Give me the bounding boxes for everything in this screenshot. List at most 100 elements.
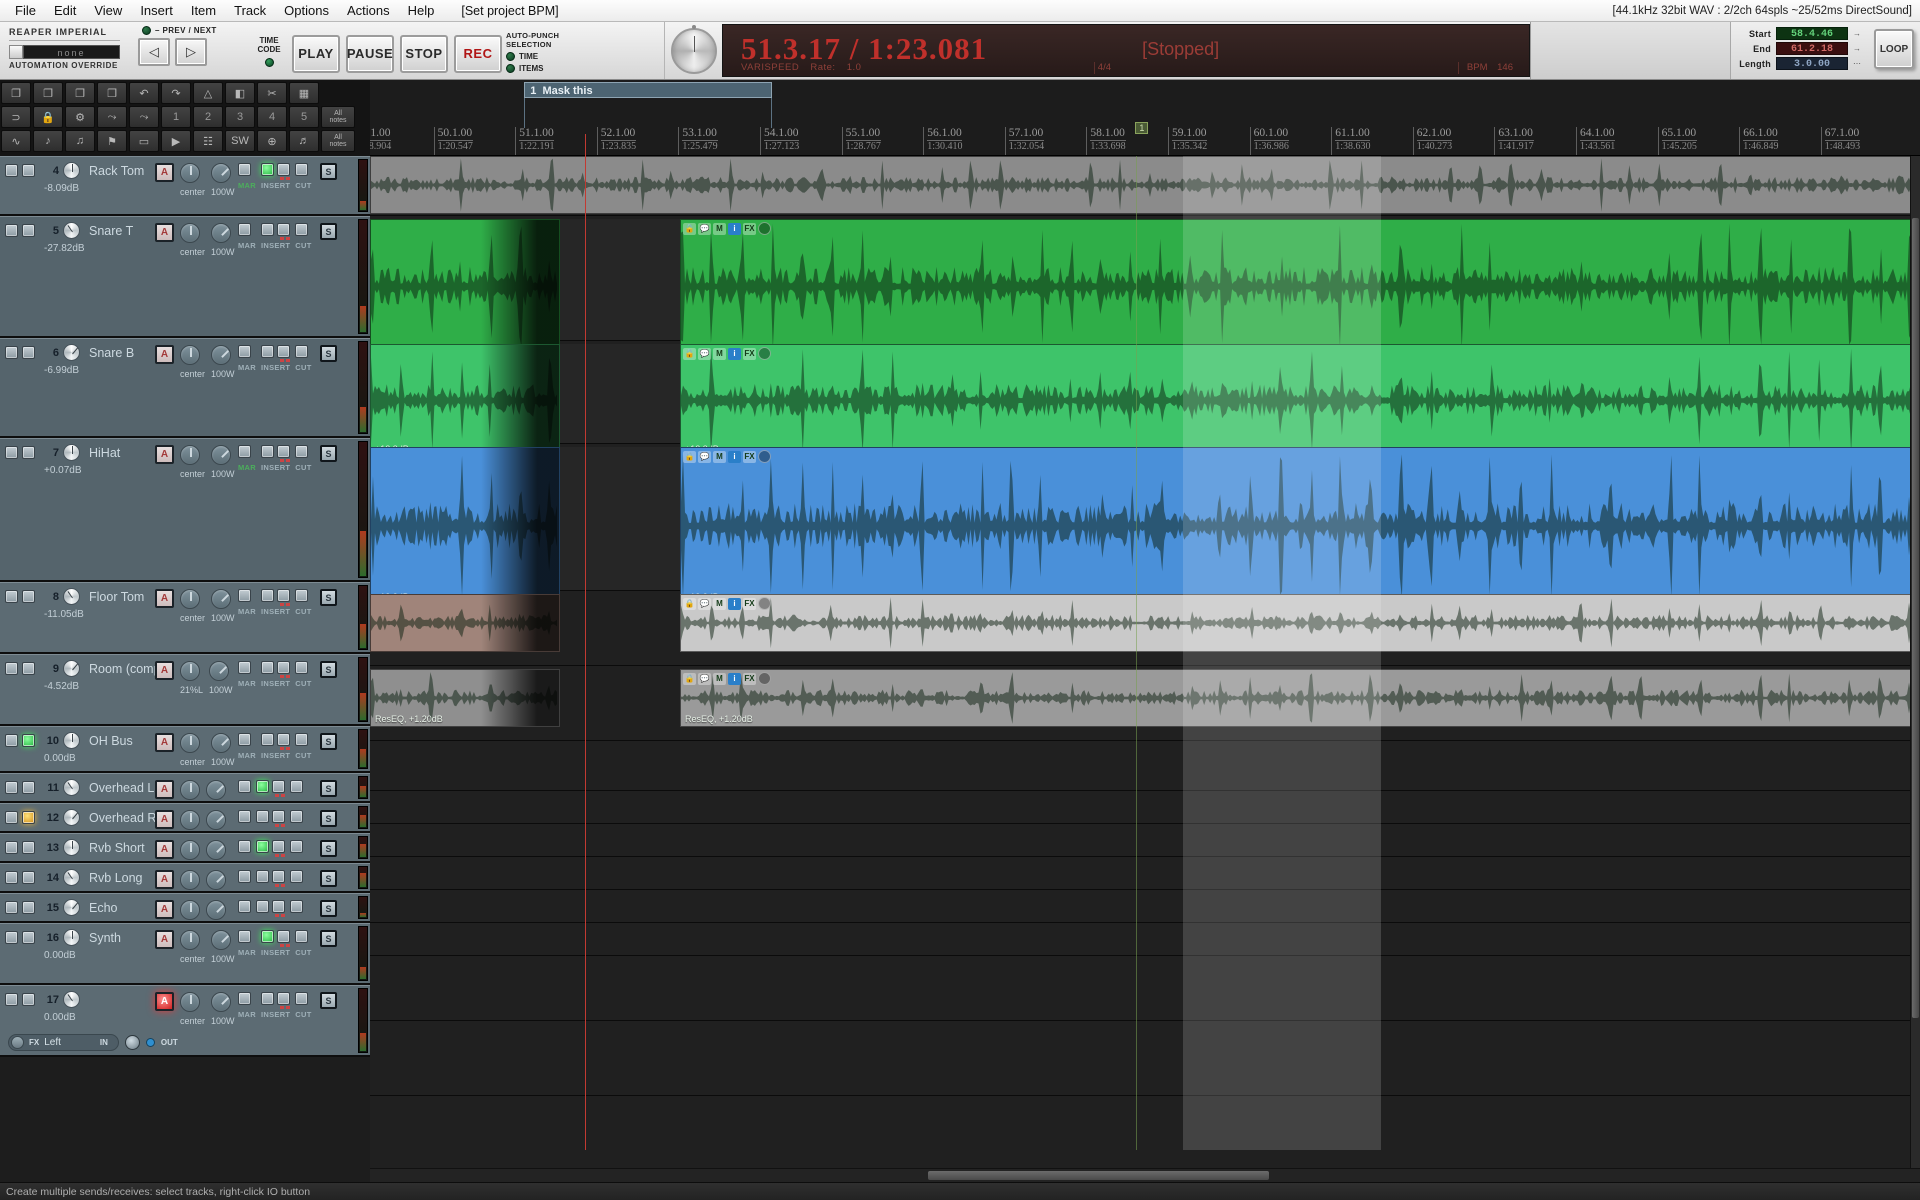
- track-volume-knob-17[interactable]: [63, 991, 80, 1008]
- ruler-tick[interactable]: 57.1.001:32.054: [1005, 127, 1044, 155]
- track-fx-led-15[interactable]: [22, 901, 35, 914]
- track-solo-button-8[interactable]: S: [320, 589, 337, 606]
- item-notes-icon[interactable]: 💬: [698, 451, 711, 463]
- track-insert-b-4[interactable]: [277, 163, 290, 176]
- track-arm-button-8[interactable]: A: [155, 589, 174, 608]
- record-button[interactable]: REC: [454, 35, 502, 73]
- track-solo-button-12[interactable]: S: [320, 810, 337, 827]
- selection-end-row[interactable]: End 61.2.18 →: [1735, 42, 1868, 55]
- track-insert-a-8[interactable]: [261, 589, 274, 602]
- item-mute-icon[interactable]: M: [713, 673, 726, 685]
- automation-override-control[interactable]: none: [9, 45, 120, 59]
- play-button[interactable]: PLAY: [292, 35, 340, 73]
- track-insert-a-11[interactable]: [256, 780, 269, 793]
- ruler-tick[interactable]: 63.1.001:41.917: [1494, 127, 1533, 155]
- lane-15[interactable]: [370, 926, 1920, 956]
- track-insert-b-9[interactable]: [277, 661, 290, 674]
- track-arm-button-17[interactable]: A: [155, 992, 174, 1011]
- track-arm-button-4[interactable]: A: [155, 163, 174, 182]
- track-fx-led-9[interactable]: [22, 662, 35, 675]
- track-mar-button-4[interactable]: [238, 163, 251, 176]
- automation-override-value[interactable]: none: [23, 45, 120, 59]
- track-volume-knob-4[interactable]: [63, 162, 80, 179]
- ruler-tick[interactable]: 53.1.001:25.479: [678, 127, 717, 155]
- track-pan-knob-5[interactable]: [180, 223, 200, 243]
- track-arm-button-14[interactable]: A: [155, 870, 174, 889]
- menu-options[interactable]: Options: [275, 1, 338, 20]
- track-fx-led-12[interactable]: [22, 811, 35, 824]
- track-insert-b-10[interactable]: [277, 733, 290, 746]
- track-solo-button-6[interactable]: S: [320, 345, 337, 362]
- track-panel-8[interactable]: 8Floor Tom-11.05dBAcenter100WMARINSERTCU…: [0, 582, 370, 654]
- selection-start-value[interactable]: 58.4.46: [1776, 27, 1848, 40]
- region-marker[interactable]: 1 Mask this: [524, 82, 772, 98]
- item-fadeout[interactable]: [481, 448, 560, 604]
- item-lock-icon[interactable]: 🔒: [683, 348, 696, 360]
- new-project-icon[interactable]: ❐: [1, 82, 31, 104]
- track-mar-button-5[interactable]: [238, 223, 251, 236]
- item-volume-knob[interactable]: [758, 222, 771, 235]
- media-item[interactable]: 🔒💬MiFX+12.3dB: [680, 447, 1920, 605]
- ruler-tick[interactable]: 65.1.001:45.205: [1658, 127, 1697, 155]
- track-fx-led-14[interactable]: [22, 871, 35, 884]
- selection-end-value[interactable]: 61.2.18: [1776, 42, 1848, 55]
- open-project-icon[interactable]: ❐: [33, 82, 63, 104]
- track-record-arm-led-16[interactable]: [5, 931, 18, 944]
- horizontal-scrollbar[interactable]: [370, 1168, 1920, 1182]
- track-fx-led-6[interactable]: [22, 346, 35, 359]
- track-panel-17[interactable]: 170.00dBAcenter100WMARINSERTCUTSFXLeftIN…: [0, 985, 370, 1057]
- lane-14[interactable]: [370, 893, 1920, 923]
- track-width-knob-14[interactable]: [206, 870, 226, 890]
- redo-icon[interactable]: ↷: [161, 82, 191, 104]
- track-insert-a-14[interactable]: [256, 870, 269, 883]
- envelope-all-icon[interactable]: ⤳: [97, 106, 127, 128]
- item-fx-icon[interactable]: FX: [743, 451, 756, 463]
- envelope-points-icon[interactable]: ∿: [1, 130, 31, 152]
- track-mar-button-10[interactable]: [238, 733, 251, 746]
- track-width-knob-9[interactable]: [209, 661, 229, 681]
- track-insert-b-15[interactable]: [272, 900, 285, 913]
- track-solo-button-7[interactable]: S: [320, 445, 337, 462]
- menu-view[interactable]: View: [85, 1, 131, 20]
- track-cut-button-5[interactable]: [295, 223, 308, 236]
- track-volume-knob-7[interactable]: [63, 444, 80, 461]
- track-pan-knob-15[interactable]: [180, 900, 200, 920]
- edit-cursor[interactable]: [585, 156, 586, 1150]
- track-width-knob-10[interactable]: [211, 733, 231, 753]
- track-panel-10[interactable]: 10OH Bus0.00dBAcenter100WMARINSERTCUTS: [0, 726, 370, 773]
- item-fadeout[interactable]: [481, 345, 560, 456]
- item-fadeout[interactable]: [481, 670, 560, 726]
- item-fx-icon[interactable]: FX: [743, 348, 756, 360]
- track-panel-6[interactable]: 6Snare B-6.99dBAcenter100WMARINSERTCUTS: [0, 338, 370, 438]
- track-width-knob-13[interactable]: [206, 840, 226, 860]
- screenset-2[interactable]: 2: [193, 106, 223, 128]
- media-item[interactable]: 🔒💬MiFX+12.3dB: [680, 344, 1920, 457]
- track-solo-button-9[interactable]: S: [320, 661, 337, 678]
- track-cut-button-16[interactable]: [295, 930, 308, 943]
- menu-track[interactable]: Track: [225, 1, 275, 20]
- midi-note-icon[interactable]: ♪: [33, 130, 63, 152]
- track-cut-button-13[interactable]: [290, 840, 303, 853]
- track-record-arm-led-17[interactable]: [5, 993, 18, 1006]
- track-record-arm-led-12[interactable]: [5, 811, 18, 824]
- track-mar-button-15[interactable]: [238, 900, 251, 913]
- track-record-arm-led-15[interactable]: [5, 901, 18, 914]
- time-signature-display[interactable]: 4/4: [1098, 62, 1111, 73]
- item-notes-icon[interactable]: 💬: [698, 598, 711, 610]
- track-mar-button-9[interactable]: [238, 661, 251, 674]
- metronome-icon[interactable]: △: [193, 82, 223, 104]
- lane-11[interactable]: [370, 794, 1920, 824]
- menu-help[interactable]: Help: [399, 1, 444, 20]
- track-panel-12[interactable]: 12Overhead RAS: [0, 803, 370, 833]
- track-mar-button-16[interactable]: [238, 930, 251, 943]
- track-record-arm-led-4[interactable]: [5, 164, 18, 177]
- item-fx-icon[interactable]: FX: [743, 673, 756, 685]
- track-insert-b-17[interactable]: [277, 992, 290, 1005]
- track-cut-button-15[interactable]: [290, 900, 303, 913]
- media-item[interactable]: 🔒💬MiFX: [680, 594, 1920, 652]
- track-volume-knob-11[interactable]: [63, 779, 80, 796]
- track-record-arm-led-7[interactable]: [5, 446, 18, 459]
- track-insert-a-6[interactable]: [261, 345, 274, 358]
- lane-17[interactable]: [370, 1024, 1920, 1096]
- track-insert-a-4[interactable]: [261, 163, 274, 176]
